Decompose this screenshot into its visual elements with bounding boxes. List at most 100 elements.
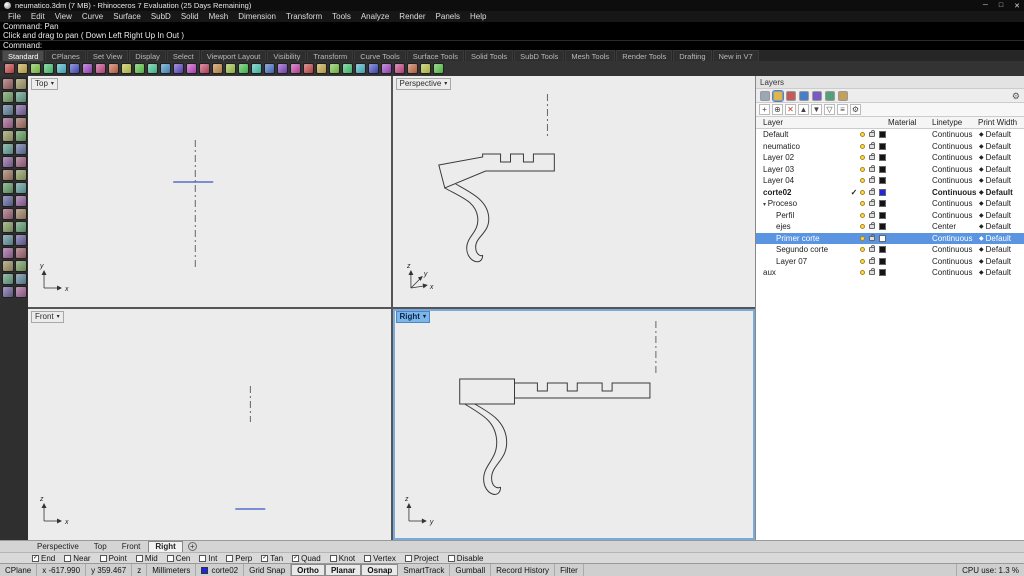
toolbar-tab-surface-tools[interactable]: Surface Tools bbox=[407, 50, 464, 61]
sweep-icon[interactable] bbox=[2, 286, 14, 298]
toolbar-tab-mesh-tools[interactable]: Mesh Tools bbox=[565, 50, 615, 61]
layer-visibility-bulb-icon[interactable] bbox=[858, 190, 867, 195]
toolbar-tab-display[interactable]: Display bbox=[129, 50, 166, 61]
menu-edit[interactable]: Edit bbox=[26, 12, 50, 21]
expand-icon[interactable]: ▾ bbox=[763, 202, 768, 208]
viewport-title-perspective[interactable]: Perspective ▾ bbox=[396, 78, 452, 90]
help-icon[interactable] bbox=[433, 63, 444, 74]
save-icon[interactable] bbox=[30, 63, 41, 74]
layer-linetype[interactable]: Continuous bbox=[932, 153, 978, 162]
layer-name[interactable]: ejes bbox=[756, 222, 850, 231]
move-up-button[interactable]: ▲ bbox=[798, 104, 809, 115]
toggle-planar[interactable]: Planar bbox=[325, 564, 361, 576]
viewport-menu-arrow-icon[interactable]: ▾ bbox=[423, 312, 426, 322]
point-icon[interactable] bbox=[15, 234, 27, 246]
object-snap-icon[interactable] bbox=[277, 63, 288, 74]
layer-visibility-bulb-icon[interactable] bbox=[858, 259, 867, 264]
ellipse-icon[interactable] bbox=[2, 221, 14, 233]
perspective-viewport-canvas[interactable]: z x y bbox=[393, 76, 756, 307]
osnap-quad[interactable]: ✓Quad bbox=[292, 554, 321, 563]
control-points-icon[interactable] bbox=[2, 234, 14, 246]
profile-bar-curve[interactable] bbox=[514, 383, 649, 398]
top-viewport-canvas[interactable]: y x bbox=[28, 76, 391, 307]
layer-lock-icon[interactable] bbox=[867, 178, 877, 183]
layer-color-swatch[interactable] bbox=[877, 143, 888, 150]
surface-icon[interactable] bbox=[15, 260, 27, 272]
osnap-int[interactable]: Int bbox=[199, 554, 217, 563]
profile-hook-inner-curve[interactable] bbox=[455, 184, 488, 256]
arc-icon[interactable] bbox=[15, 208, 27, 220]
four-view-layout-icon[interactable] bbox=[186, 63, 197, 74]
layer-linetype[interactable]: Continuous bbox=[932, 234, 978, 243]
column-material[interactable]: Material bbox=[888, 118, 932, 127]
menu-tools[interactable]: Tools bbox=[327, 12, 356, 21]
layer-linetype[interactable]: Continuous bbox=[932, 268, 978, 277]
checkbox-icon[interactable]: ✓ bbox=[292, 555, 299, 562]
viewport-title-top[interactable]: Top ▾ bbox=[31, 78, 58, 90]
checkbox-icon[interactable] bbox=[64, 555, 71, 562]
viewport-right[interactable]: Right ▾ z y bbox=[393, 309, 756, 540]
viewport-title-front[interactable]: Front ▾ bbox=[31, 311, 64, 323]
viewport-tab-right[interactable]: Right bbox=[148, 541, 182, 553]
menu-mesh[interactable]: Mesh bbox=[204, 12, 234, 21]
layer-name[interactable]: Primer corte bbox=[756, 234, 850, 243]
layer-lock-icon[interactable] bbox=[867, 155, 877, 160]
viewport-front[interactable]: Front ▾ z x bbox=[28, 309, 391, 540]
osnap-end[interactable]: ✓End bbox=[32, 554, 55, 563]
layers-tab[interactable] bbox=[773, 91, 783, 101]
layer-color-swatch[interactable] bbox=[877, 177, 888, 184]
osnap-knot[interactable]: Knot bbox=[330, 554, 355, 563]
status-units[interactable]: Millimeters bbox=[147, 564, 196, 576]
toggle-smarttrack[interactable]: SmartTrack bbox=[398, 564, 450, 576]
new-sublayer-button[interactable]: ⊕ bbox=[772, 104, 783, 115]
layer-color-swatch[interactable] bbox=[877, 189, 888, 196]
layer-color-swatch[interactable] bbox=[877, 166, 888, 173]
toolbar-tab-new-in-v7[interactable]: New in V7 bbox=[713, 50, 759, 61]
chamfer-icon[interactable] bbox=[15, 169, 27, 181]
layer-row[interactable]: neumatico Continuous ◆Default bbox=[756, 141, 1024, 153]
layer-name[interactable]: Default bbox=[756, 130, 850, 139]
layer-color-swatch[interactable] bbox=[877, 235, 888, 242]
checkbox-icon[interactable] bbox=[448, 555, 455, 562]
mirror-icon[interactable] bbox=[2, 130, 14, 142]
viewport-top[interactable]: Top ▾ y x bbox=[28, 76, 391, 307]
panel-gear-icon[interactable]: ⚙ bbox=[1012, 91, 1020, 101]
toolbar-tab-standard[interactable]: Standard bbox=[2, 50, 44, 61]
select-pointer-icon[interactable] bbox=[2, 78, 14, 90]
menu-transform[interactable]: Transform bbox=[281, 12, 327, 21]
dimension-icon[interactable] bbox=[15, 247, 27, 259]
layer-lock-icon[interactable] bbox=[867, 167, 877, 172]
toolbar-tab-viewport-layout[interactable]: Viewport Layout bbox=[201, 50, 267, 61]
offset-icon[interactable] bbox=[2, 182, 14, 194]
layer-color-swatch[interactable] bbox=[877, 246, 888, 253]
layer-print-width[interactable]: ◆Default bbox=[978, 188, 1024, 197]
zoom-extents-icon[interactable] bbox=[147, 63, 158, 74]
paste-icon[interactable] bbox=[82, 63, 93, 74]
toggle-osnap[interactable]: Osnap bbox=[361, 564, 398, 576]
right-viewport-canvas[interactable]: z y bbox=[393, 309, 756, 540]
materials-tab[interactable] bbox=[812, 91, 822, 101]
circle-icon[interactable] bbox=[2, 208, 14, 220]
profile-hook-inner-curve[interactable] bbox=[474, 404, 506, 488]
layer-lock-icon[interactable] bbox=[867, 236, 877, 241]
column-print-width[interactable]: Print Width bbox=[978, 118, 1024, 127]
group-tool-icon[interactable] bbox=[394, 63, 405, 74]
profile-block-curve[interactable] bbox=[459, 379, 514, 404]
zoom-icon[interactable] bbox=[15, 91, 27, 103]
boolean-icon[interactable] bbox=[15, 286, 27, 298]
mirror-tool-icon[interactable] bbox=[342, 63, 353, 74]
open-file-icon[interactable] bbox=[17, 63, 28, 74]
selection-filter-icon[interactable] bbox=[15, 78, 27, 90]
toolbar-tab-solid-tools[interactable]: Solid Tools bbox=[465, 50, 513, 61]
layer-name[interactable]: aux bbox=[756, 268, 850, 277]
menu-help[interactable]: Help bbox=[465, 12, 491, 21]
display-mode-icon[interactable] bbox=[212, 63, 223, 74]
rendering-tab[interactable] bbox=[825, 91, 835, 101]
layer-print-width[interactable]: ◆Default bbox=[978, 222, 1024, 231]
copy-clipboard-icon[interactable] bbox=[69, 63, 80, 74]
status-y-coordinate[interactable]: y 359.467 bbox=[86, 564, 132, 576]
status-current-layer[interactable]: corte02 bbox=[196, 564, 244, 576]
maximize-button[interactable]: □ bbox=[999, 2, 1003, 10]
object-properties-icon[interactable] bbox=[251, 63, 262, 74]
layer-row[interactable]: aux Continuous ◆Default bbox=[756, 267, 1024, 279]
